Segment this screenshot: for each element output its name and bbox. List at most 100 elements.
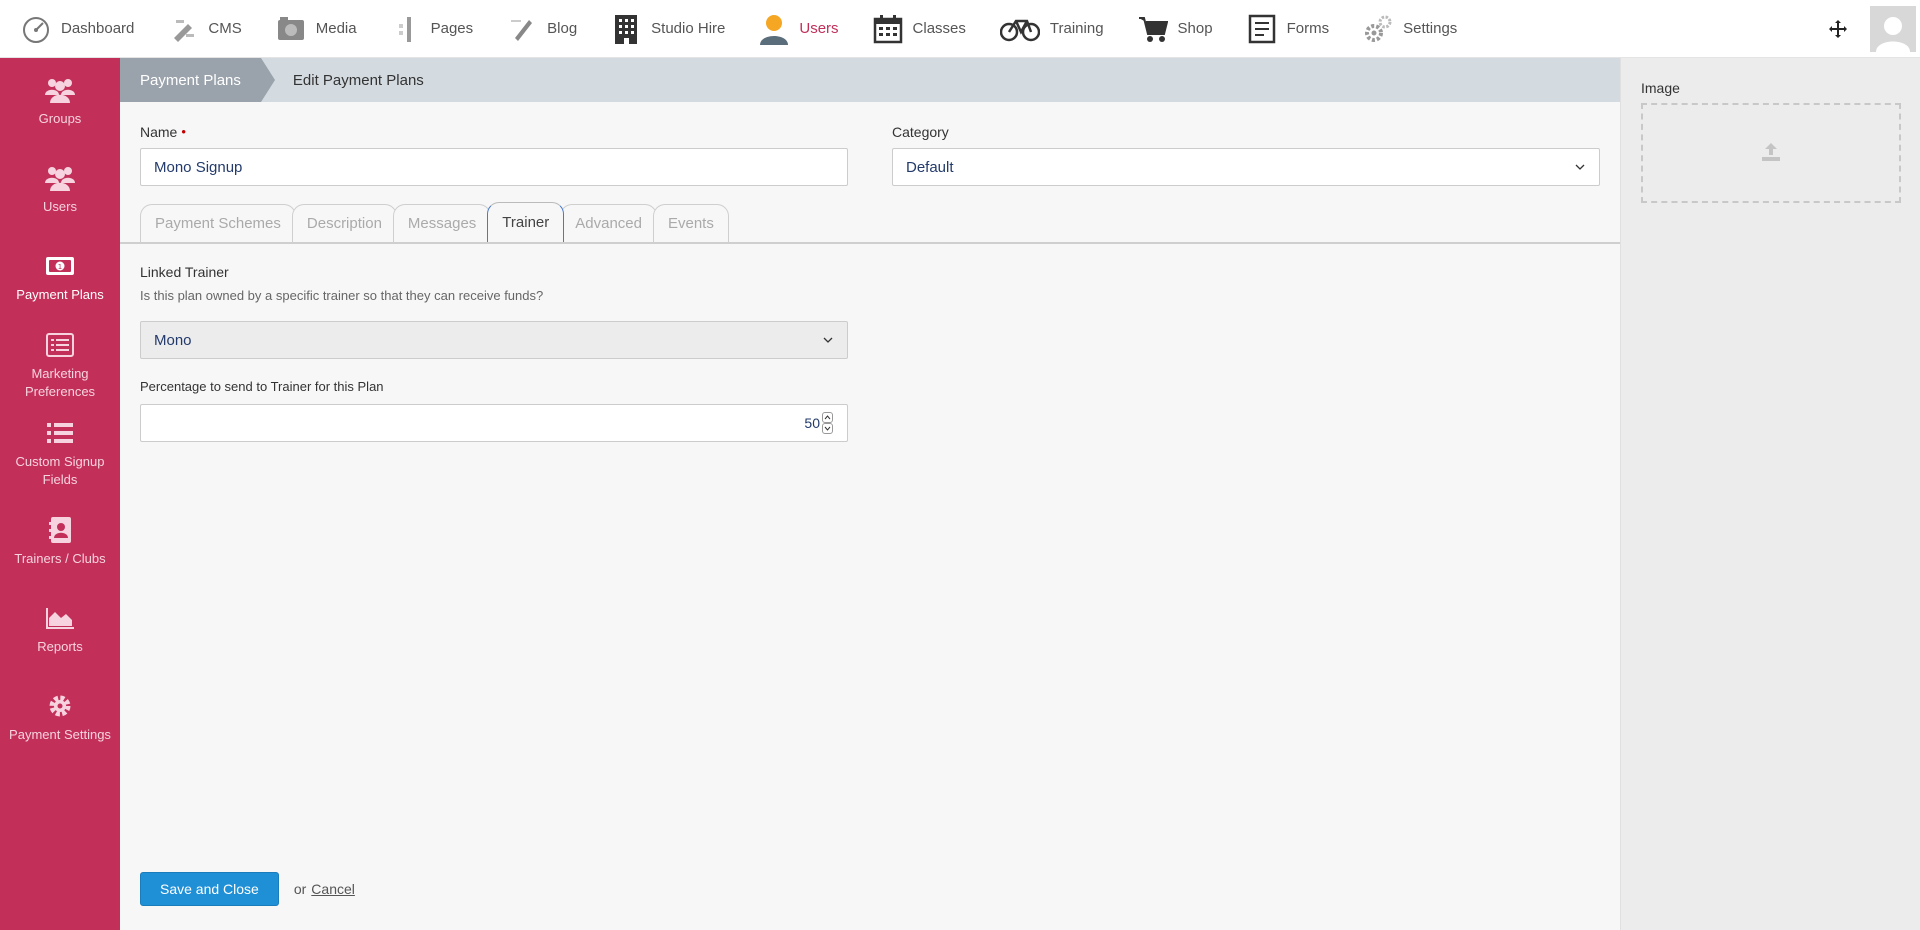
sidebar-item-reports[interactable]: Reports	[0, 586, 120, 674]
topnav-blog[interactable]: Blog	[506, 0, 594, 58]
topnav-label: Dashboard	[61, 20, 135, 37]
sidebar: Groups Users 1 Payment Plans Marketing P…	[0, 58, 120, 930]
spinner-down-icon[interactable]	[822, 423, 833, 434]
spinner-up-icon[interactable]	[822, 412, 833, 423]
sidebar-item-custom-signup-fields[interactable]: Custom Signup Fields	[0, 410, 120, 498]
tab-events[interactable]: Events	[652, 204, 729, 242]
topnav-label: Studio Hire	[651, 20, 726, 37]
topnav-label: Training	[1049, 20, 1104, 37]
linked-trainer-select[interactable]: Mono	[140, 321, 848, 359]
sidebar-item-trainers-clubs[interactable]: Trainers / Clubs	[0, 498, 120, 586]
topnav-label: Blog	[547, 20, 578, 37]
percentage-value: 50	[804, 415, 820, 431]
topnav-label: Classes	[912, 20, 966, 37]
required-mark: •	[181, 124, 186, 139]
name-label-text: Name	[140, 124, 178, 140]
pages-icon	[390, 13, 422, 45]
topnav-cms[interactable]: CMS	[167, 0, 258, 58]
list-icon	[45, 331, 75, 359]
name-input[interactable]: Mono Signup	[140, 148, 848, 186]
sidebar-item-users[interactable]: Users	[0, 146, 120, 234]
linked-trainer-help: Is this plan owned by a specific trainer…	[140, 288, 544, 303]
sidebar-item-label: Marketing Preferences	[24, 366, 96, 399]
sidebar-item-label: Payment Settings	[9, 727, 111, 742]
tab-payment-schemes[interactable]: Payment Schemes	[140, 204, 296, 242]
topnav-media[interactable]: Media	[275, 0, 374, 58]
name-label: Name •	[140, 124, 848, 140]
topnav-label: CMS	[208, 20, 242, 37]
tab-description[interactable]: Description	[291, 204, 397, 242]
sidebar-item-label: Reports	[37, 639, 83, 654]
sidebar-item-marketing-preferences[interactable]: Marketing Preferences	[0, 322, 120, 410]
percentage-input[interactable]: 50	[140, 404, 848, 442]
blog-icon	[506, 13, 538, 45]
topnav-dashboard[interactable]: Dashboard	[20, 0, 151, 58]
tab-bar: Payment Schemes Description Messages Tra…	[140, 202, 729, 242]
category-select[interactable]: Default	[892, 148, 1600, 186]
right-panel: Image	[1620, 58, 1920, 930]
main-content: Payment Plans Edit Payment Plans Name • M…	[120, 58, 1620, 930]
media-icon	[275, 13, 307, 45]
trainer-section: Linked Trainer Is this plan owned by a s…	[140, 264, 848, 442]
topnav-forms[interactable]: Forms	[1246, 0, 1347, 58]
breadcrumb: Payment Plans Edit Payment Plans	[120, 58, 1620, 102]
top-right-tools	[1820, 0, 1920, 58]
topnav-pages[interactable]: Pages	[390, 0, 491, 58]
bicycle-icon	[999, 13, 1041, 45]
topnav-shop[interactable]: Shop	[1137, 0, 1230, 58]
linked-trainer-label: Linked Trainer	[140, 264, 229, 280]
topnav-label: Forms	[1286, 20, 1330, 37]
sidebar-item-groups[interactable]: Groups	[0, 58, 120, 146]
svg-text:1: 1	[58, 263, 62, 271]
category-label: Category	[892, 124, 949, 140]
fields-icon	[45, 419, 75, 447]
gears-icon	[1362, 13, 1394, 45]
topnav-label: Media	[315, 20, 357, 37]
sidebar-item-payment-settings[interactable]: Payment Settings	[0, 674, 120, 762]
topnav-settings[interactable]: Settings	[1362, 0, 1474, 58]
linked-trainer-value: Mono	[154, 331, 192, 349]
tab-divider	[120, 242, 1620, 244]
topnav-label: Users	[799, 20, 839, 37]
topnav-label: Shop	[1177, 20, 1213, 37]
money-icon: 1	[45, 252, 75, 280]
users-icon	[45, 164, 75, 192]
top-nav: Dashboard CMS Media Pages Blog Studio Hi…	[0, 0, 1490, 58]
topnav-training[interactable]: Training	[999, 0, 1121, 58]
contact-book-icon	[45, 516, 75, 544]
tab-messages[interactable]: Messages	[392, 204, 492, 242]
avatar[interactable]	[1870, 6, 1916, 52]
dashboard-icon	[20, 13, 52, 45]
chevron-down-icon	[1574, 161, 1586, 173]
tab-trainer[interactable]: Trainer	[487, 202, 565, 242]
category-value: Default	[906, 158, 954, 176]
topnav-users[interactable]: Users	[758, 0, 855, 58]
image-dropzone[interactable]	[1641, 103, 1901, 203]
cancel-link[interactable]: Cancel	[311, 881, 355, 897]
top-bar: Dashboard CMS Media Pages Blog Studio Hi…	[0, 0, 1920, 58]
building-icon	[610, 13, 642, 45]
sidebar-item-label: Groups	[38, 111, 82, 126]
category-field-group: Category Default	[892, 124, 1600, 186]
user-icon	[758, 13, 790, 45]
sidebar-item-label: Trainers / Clubs	[14, 551, 106, 566]
upload-icon	[1760, 141, 1782, 166]
sidebar-item-label: Custom Signup Fields	[15, 454, 105, 487]
breadcrumb-parent[interactable]: Payment Plans	[120, 58, 275, 102]
cog-icon	[45, 692, 75, 720]
cms-icon	[167, 13, 199, 45]
move-icon[interactable]	[1820, 11, 1856, 47]
group-icon	[45, 76, 75, 104]
save-and-close-button[interactable]: Save and Close	[140, 872, 279, 906]
topnav-classes[interactable]: Classes	[872, 0, 983, 58]
number-spinner	[822, 412, 833, 434]
or-text: or	[293, 881, 307, 897]
tab-advanced[interactable]: Advanced	[560, 204, 657, 242]
form-icon	[1246, 13, 1278, 45]
breadcrumb-current: Edit Payment Plans	[292, 71, 424, 89]
sidebar-item-label: Users	[43, 199, 77, 214]
sidebar-item-payment-plans[interactable]: 1 Payment Plans	[0, 234, 120, 322]
topnav-studio-hire[interactable]: Studio Hire	[610, 0, 742, 58]
topnav-label: Pages	[430, 20, 474, 37]
form-actions: Save and Close or Cancel	[140, 872, 355, 906]
